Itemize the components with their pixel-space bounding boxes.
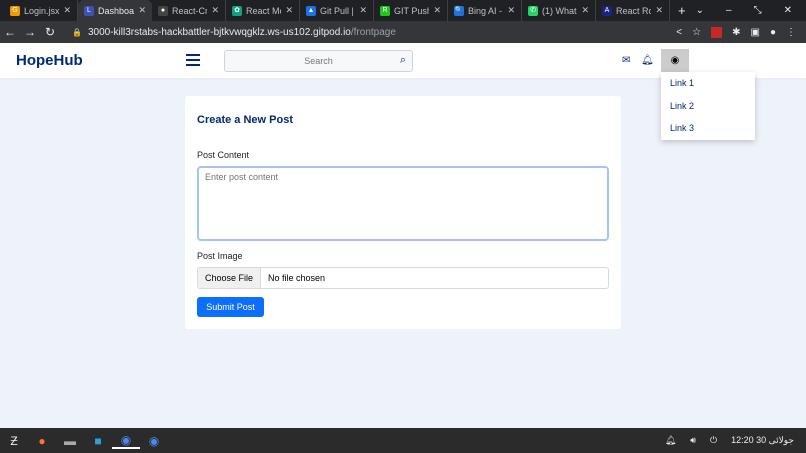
browser-tab[interactable]: 🔍 Bing AI - ✕	[448, 0, 522, 21]
side-panel-icon[interactable]: ▣	[751, 27, 760, 38]
search-icon[interactable]: ⌕	[400, 54, 406, 67]
tab-favicon-icon: L	[84, 5, 94, 16]
browser-tab[interactable]: ▲ Git Pull | ✕	[300, 0, 374, 21]
browser-tab[interactable]: R GIT Push ✕	[374, 0, 448, 21]
back-icon[interactable]: ←	[0, 25, 20, 39]
tab-favicon-icon: ●	[158, 5, 168, 16]
minimize-icon[interactable]: –	[726, 5, 732, 16]
clock[interactable]: 12:20 30 جولائی	[731, 435, 794, 446]
submit-post-button[interactable]: Submit Post	[197, 297, 264, 317]
share-icon[interactable]: <	[676, 27, 682, 38]
forward-icon[interactable]: →	[20, 25, 40, 39]
mail-icon[interactable]: ✉	[622, 55, 630, 66]
extensions-icon[interactable]: ✱	[732, 27, 740, 38]
close-tab-icon[interactable]: ✕	[655, 5, 663, 16]
tab-title: (1) Whats	[542, 5, 578, 16]
user-avatar-button[interactable]: ◉	[661, 49, 689, 72]
store-icon[interactable]: ■	[84, 434, 112, 448]
search-input[interactable]: Search ⌕	[224, 50, 413, 72]
menu-item-link-1[interactable]: Link 1	[661, 72, 755, 95]
browser-tab[interactable]: L Dashboar ✕	[78, 0, 152, 21]
restore-icon[interactable]: ⤡	[754, 5, 762, 16]
taskbar: Ƶ ● ▬ ■ ◉ ◉ 🔔︎ 🔊︎ ⏻ 12:20 30 جولائی	[0, 428, 806, 453]
star-icon[interactable]: ☆	[692, 27, 701, 38]
tab-title: GIT Push	[394, 5, 430, 16]
post-image-file-input[interactable]: Choose File No file chosen	[197, 267, 609, 289]
menu-item-link-2[interactable]: Link 2	[661, 95, 755, 118]
url-host: 3000-kill3rstabs-hackbattler-bjtkvwqgklz…	[87, 26, 351, 38]
window-controls: ⌄ – ⤡ ✕	[696, 5, 806, 16]
url-field[interactable]: 🔒 3000-kill3rstabs-hackbattler-bjtkvwqgk…	[72, 27, 396, 38]
tab-bar: G Login.jsx ✕ L Dashboar ✕ ● React-Cr ✕ ✿ React Me…	[0, 0, 806, 21]
tab-title: Git Pull |	[320, 5, 354, 16]
tab-favicon-icon: ▲	[306, 5, 316, 16]
zorin-menu-icon[interactable]: Ƶ	[0, 434, 28, 448]
new-tab-button[interactable]: +	[678, 3, 686, 18]
choose-file-button[interactable]: Choose File	[198, 268, 262, 288]
post-image-label: Post Image	[197, 251, 243, 261]
tab-favicon-icon: 🔍	[454, 5, 464, 16]
url-path: /frontpage	[350, 26, 396, 38]
hamburger-menu-icon[interactable]	[186, 54, 200, 69]
tab-favicon-icon: ✿	[232, 5, 242, 16]
chrome-icon[interactable]: ◉	[112, 433, 140, 449]
profile-icon[interactable]: ●	[770, 27, 776, 38]
browser-tab[interactable]: A React Ro ✕	[596, 0, 670, 21]
browser-tab[interactable]: G Login.jsx ✕	[4, 0, 78, 21]
post-content-label: Post Content	[197, 150, 250, 160]
tab-title: React Ro	[616, 5, 652, 16]
firefox-icon[interactable]: ●	[28, 434, 56, 448]
tab-title: Login.jsx	[24, 5, 60, 16]
close-tab-icon[interactable]: ✕	[581, 5, 589, 16]
close-tab-icon[interactable]: ✕	[63, 5, 71, 16]
power-icon[interactable]: ⏻	[710, 435, 717, 446]
reload-icon[interactable]: ↻	[40, 25, 60, 39]
browser-tab[interactable]: ✿ React Me ✕	[226, 0, 300, 21]
user-circle-icon: ◉	[670, 55, 680, 66]
close-tab-icon[interactable]: ✕	[285, 5, 293, 16]
notifications-icon[interactable]: 🔔︎	[665, 435, 676, 446]
tab-title: React-Cr	[172, 5, 208, 16]
tab-favicon-icon: G	[10, 5, 20, 16]
tab-title: Dashboar	[98, 5, 135, 16]
close-tab-icon[interactable]: ✕	[359, 5, 367, 16]
tab-favicon-icon: ✆	[528, 5, 538, 16]
bell-icon[interactable]: 🔔︎	[641, 55, 654, 66]
close-tab-icon[interactable]: ✕	[433, 5, 441, 16]
lock-icon: 🔒	[72, 27, 82, 37]
tab-search-icon[interactable]: ⌄	[696, 5, 704, 16]
search-placeholder: Search	[304, 56, 333, 66]
close-tab-icon[interactable]: ✕	[507, 5, 515, 16]
browser-tab[interactable]: ✆ (1) Whats ✕	[522, 0, 596, 21]
menu-item-link-3[interactable]: Link 3	[661, 117, 755, 140]
extension-red-icon[interactable]	[711, 26, 723, 38]
logo[interactable]: HopeHub	[16, 52, 83, 69]
post-content-textarea[interactable]	[197, 166, 609, 241]
close-tab-icon[interactable]: ✕	[138, 5, 146, 16]
tab-favicon-icon: R	[380, 5, 390, 16]
files-icon[interactable]: ▬	[56, 434, 84, 448]
browser-tab[interactable]: ● React-Cr ✕	[152, 0, 226, 21]
file-status: No file chosen	[268, 273, 326, 283]
create-post-card: Create a New Post Post Content Post Imag…	[185, 96, 621, 329]
chromium-icon[interactable]: ◉	[140, 434, 168, 448]
tab-favicon-icon: A	[602, 5, 612, 16]
tab-title: Bing AI -	[468, 5, 503, 16]
close-window-icon[interactable]: ✕	[784, 5, 792, 16]
more-menu-icon[interactable]: ⋮	[786, 27, 796, 38]
tab-title: React Me	[246, 5, 282, 16]
card-title: Create a New Post	[197, 114, 293, 126]
user-dropdown-menu: Link 1 Link 2 Link 3	[661, 72, 755, 140]
volume-icon[interactable]: 🔊︎	[690, 435, 696, 446]
address-bar: ← → ↻ 🔒 3000-kill3rstabs-hackbattler-bjt…	[0, 21, 806, 43]
close-tab-icon[interactable]: ✕	[211, 5, 219, 16]
